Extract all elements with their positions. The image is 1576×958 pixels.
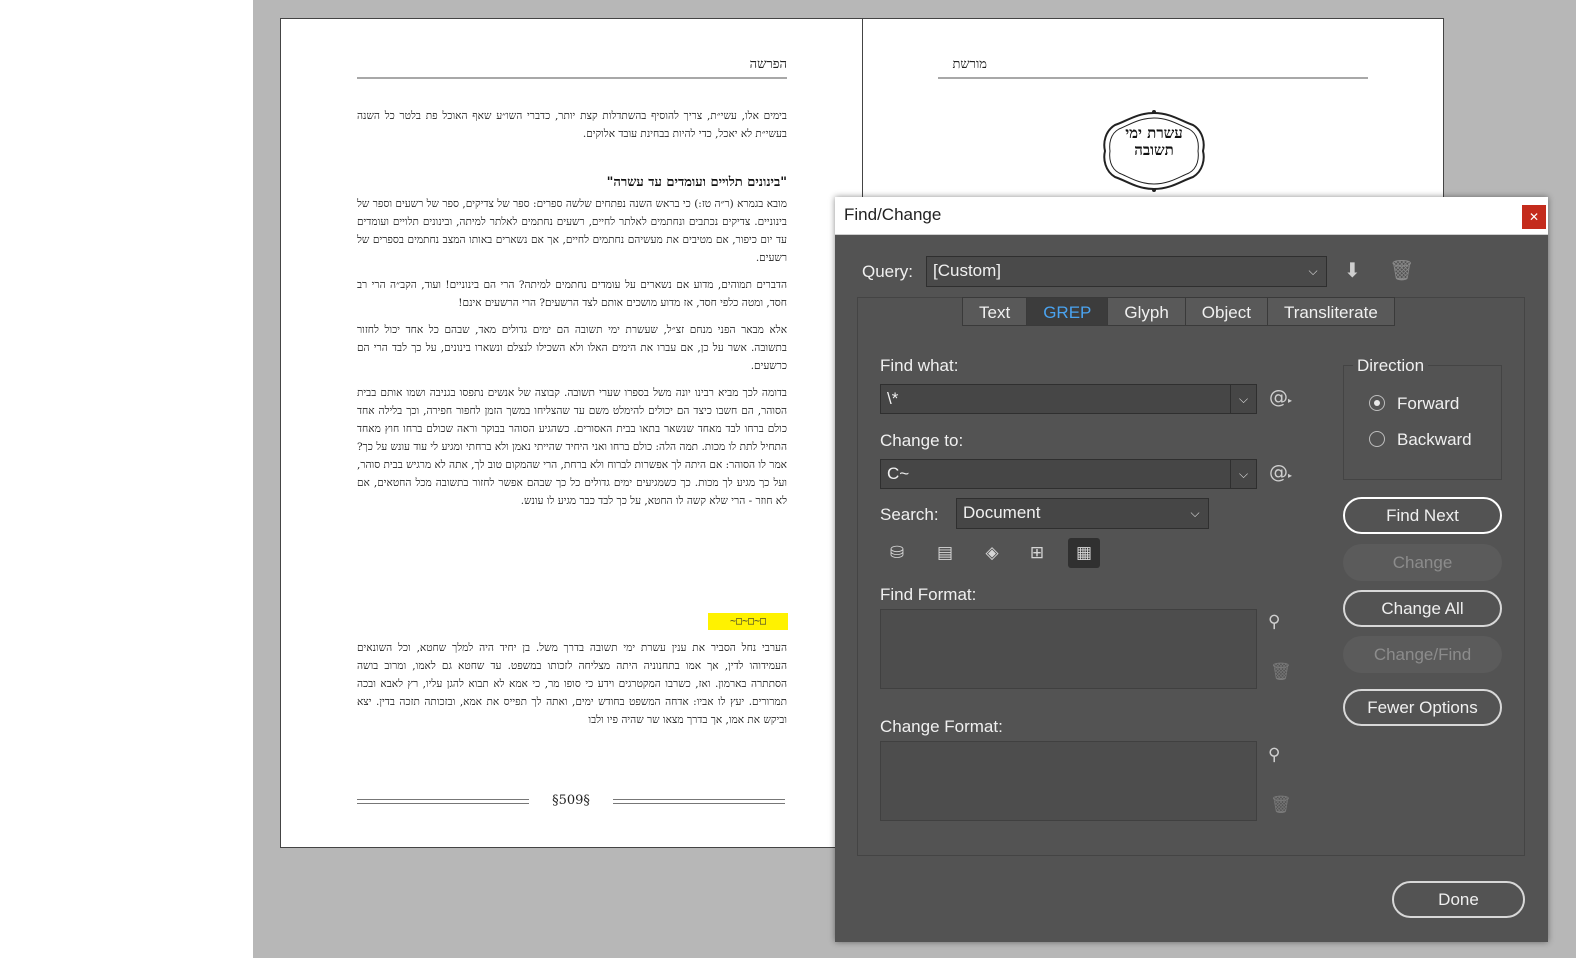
search-label: Search: — [880, 505, 939, 524]
specify-change-format-icon[interactable]: ⚲ — [1268, 745, 1280, 765]
dialog-title: Find/Change — [844, 205, 942, 224]
tab-text[interactable]: Text — [962, 297, 1028, 326]
tab-glyph[interactable]: Glyph — [1108, 297, 1186, 326]
search-type-tabs: Text GREP Glyph Object Transliterate — [962, 297, 1395, 326]
find-what-label: Find what: — [880, 356, 959, 375]
emblem-text: עשרת ימי תשובה — [1101, 125, 1207, 159]
header-rule-left — [357, 77, 787, 79]
include-footnotes-icon[interactable]: ▦ — [1068, 538, 1100, 568]
section-heading: "בינונים תלויים ועומדים עד עשרה" — [606, 175, 787, 190]
search-scope-value: Document — [963, 503, 1041, 522]
special-characters-icon[interactable]: @▸ — [1269, 461, 1292, 483]
close-button[interactable]: ✕ — [1522, 205, 1546, 229]
body-paragraphs: מובא בגמרא (ר״ה טז:) כי בראש השנה נפתחים… — [357, 195, 787, 600]
direction-group — [1343, 365, 1502, 480]
change-format-label: Change Format: — [880, 717, 1003, 736]
chevron-down-icon: ⌵ — [1308, 264, 1318, 278]
include-hidden-layers-icon[interactable]: ◈ — [976, 538, 1008, 568]
emblem-ornament: עשרת ימי תשובה — [1101, 109, 1207, 193]
forward-label[interactable]: Forward — [1397, 394, 1459, 414]
closing-paragraph: הערבי נחל הסביר את ענין עשרת ימי תשובה ב… — [357, 639, 787, 747]
close-icon: ✕ — [1528, 210, 1540, 224]
special-characters-icon[interactable]: @▸ — [1269, 386, 1292, 408]
folio-rule-right — [613, 799, 785, 804]
backward-radio[interactable] — [1369, 431, 1385, 447]
folio-ornament-right-icon: § — [583, 793, 590, 808]
paragraph: מובא בגמרא (ר״ה טז:) כי בראש השנה נפתחים… — [357, 198, 787, 264]
intro-paragraph: בימים אלו, עשי״ת, צריך להוסיף בהשתדלות ק… — [357, 107, 787, 152]
forward-radio[interactable] — [1369, 395, 1385, 411]
clear-change-format-icon[interactable]: 🗑 — [1270, 795, 1292, 815]
delete-query-icon[interactable]: 🗑 — [1389, 258, 1414, 282]
fewer-options-button[interactable]: Fewer Options — [1343, 689, 1502, 726]
folio-rule-left — [357, 799, 529, 804]
chevron-down-icon[interactable]: ⌵ — [1230, 385, 1256, 413]
change-to-label: Change to: — [880, 431, 964, 450]
find-format-label: Find Format: — [880, 585, 977, 604]
change-all-button[interactable]: Change All — [1343, 590, 1502, 627]
find-change-dialog: Find/Change ✕ Query: [Custom] ⌵ ⬇ 🗑 Text… — [835, 197, 1548, 942]
find-next-button[interactable]: Find Next — [1343, 497, 1502, 534]
paragraph: אלא מבאר הפני מנחם זצ״ל, שעשרת ימי תשובה… — [357, 324, 787, 372]
change-find-button[interactable]: Change/Find — [1343, 636, 1502, 673]
clear-find-format-icon[interactable]: 🗑 — [1270, 662, 1292, 682]
paragraph: בדומה לכך מביא רבינו יונה משל בספרו שערי… — [357, 387, 787, 507]
chevron-down-icon: ⌵ — [1190, 506, 1200, 520]
query-select[interactable]: [Custom] ⌵ — [926, 256, 1327, 287]
backward-label[interactable]: Backward — [1397, 430, 1472, 450]
query-label: Query: — [862, 262, 914, 281]
find-format-box[interactable] — [880, 609, 1257, 689]
intro-text: בימים אלו, עשי״ת, צריך להוסיף בהשתדלות ק… — [357, 110, 787, 140]
save-query-icon[interactable]: ⬇ — [1344, 258, 1361, 282]
change-button[interactable]: Change — [1343, 544, 1502, 581]
highlighted-grep-match[interactable]: ~□~□~□ — [708, 613, 788, 630]
change-to-value: C~ — [887, 464, 910, 483]
page-number-text: 509 — [558, 793, 584, 808]
tab-grep[interactable]: GREP — [1027, 297, 1109, 326]
paragraph: הדברים תמוהים, מדוע אם נשארים על עומדים … — [357, 279, 787, 309]
tab-transliterate[interactable]: Transliterate — [1267, 297, 1395, 326]
find-what-value: \* — [887, 389, 899, 408]
direction-label: Direction — [1353, 356, 1429, 376]
query-value: [Custom] — [933, 261, 1002, 280]
emblem-line-2: תשובה — [1134, 141, 1174, 159]
paragraph: הערבי נחל הסביר את ענין עשרת ימי תשובה ב… — [357, 642, 787, 726]
done-button[interactable]: Done — [1392, 881, 1525, 918]
chevron-down-icon[interactable]: ⌵ — [1230, 460, 1256, 488]
header-rule-right — [938, 77, 1368, 79]
running-head-left: הפרשה — [749, 57, 787, 72]
change-to-input[interactable]: C~ ⌵ — [880, 459, 1257, 489]
running-head-right: מורשת — [952, 57, 987, 72]
tab-object[interactable]: Object — [1185, 297, 1268, 326]
include-master-pages-icon[interactable]: ⊞ — [1021, 538, 1053, 568]
include-locked-stories-icon[interactable]: ▤ — [929, 538, 961, 568]
page-number: §509§ — [541, 783, 601, 819]
dialog-titlebar[interactable]: Find/Change ✕ — [835, 197, 1548, 235]
change-format-box[interactable] — [880, 741, 1257, 821]
specify-find-format-icon[interactable]: ⚲ — [1268, 612, 1280, 632]
emblem-line-1: עשרת ימי — [1125, 124, 1183, 142]
search-scope-select[interactable]: Document ⌵ — [956, 498, 1209, 529]
find-what-input[interactable]: \* ⌵ — [880, 384, 1257, 414]
include-locked-layers-icon[interactable]: ⛁ — [881, 538, 913, 568]
